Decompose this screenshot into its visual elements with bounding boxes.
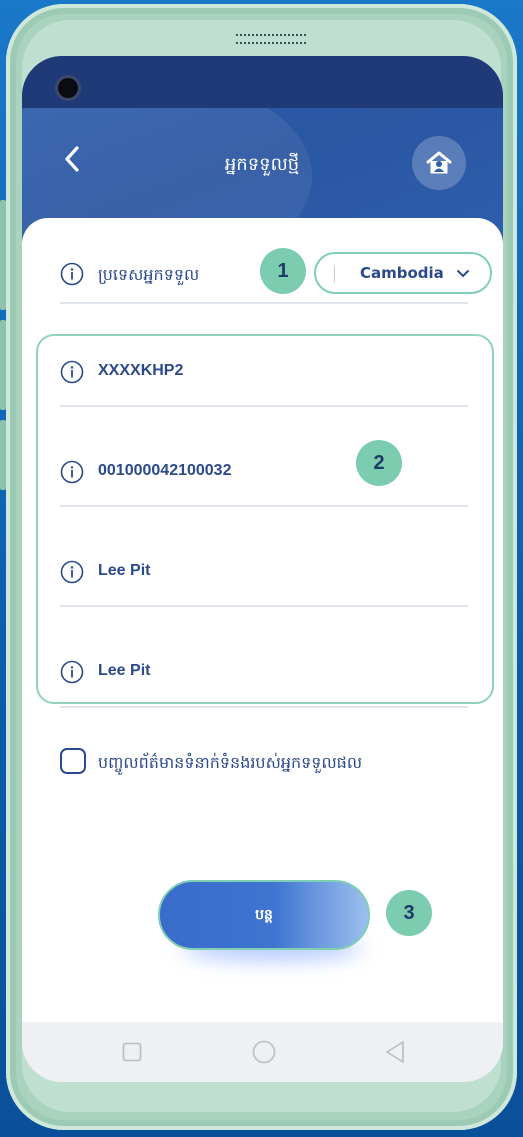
info-icon[interactable]	[60, 560, 84, 584]
side-button	[0, 200, 6, 310]
account-number-field[interactable]: 001000042100032	[98, 462, 231, 480]
step-badge-3: 3	[386, 890, 432, 936]
status-bar	[22, 56, 503, 108]
home-circle-icon[interactable]	[252, 1040, 276, 1064]
info-icon[interactable]	[60, 460, 84, 484]
divider	[60, 405, 468, 407]
chevron-down-icon	[457, 270, 469, 278]
contact-info-checkbox[interactable]	[60, 748, 86, 774]
account-name-field[interactable]: Lee Pit	[98, 662, 150, 680]
camera-icon	[58, 78, 78, 98]
recipient-fields-group	[36, 334, 494, 704]
divider	[60, 605, 468, 607]
country-dropdown[interactable]: Cambodia	[314, 252, 492, 294]
chevron-left-icon	[65, 146, 79, 172]
home-button[interactable]	[412, 136, 466, 190]
back-triangle-icon[interactable]	[384, 1040, 406, 1064]
page-title: អ្នកទទួលថ្មី	[224, 154, 300, 175]
continue-button[interactable]: បន្ត	[158, 880, 370, 950]
step-badge-1: 1	[260, 248, 306, 294]
divider	[60, 706, 468, 708]
info-icon[interactable]	[60, 360, 84, 384]
speaker-grille	[236, 34, 306, 44]
country-value: Cambodia	[360, 264, 444, 282]
home-icon	[426, 151, 452, 174]
divider	[60, 505, 468, 507]
divider	[60, 302, 468, 304]
dropdown-separator	[334, 266, 335, 282]
checkbox-label: បញ្ចូលព័ត៌មានទំនាក់ទំនងរបស់អ្នកទទួលផល	[98, 753, 363, 772]
side-button	[0, 320, 6, 410]
android-nav-bar	[22, 1022, 503, 1082]
country-label: ប្រទេសអ្នកទទួល	[98, 265, 200, 284]
swift-code-field[interactable]: XXXXKHP2	[98, 362, 183, 380]
recipient-name-field[interactable]: Lee Pit	[98, 562, 150, 580]
info-icon[interactable]	[60, 262, 84, 286]
side-button	[0, 420, 6, 490]
step-badge-2: 2	[356, 440, 402, 486]
back-button[interactable]	[58, 144, 88, 174]
phone-screen: អ្នកទទួលថ្មី ប្រទេសអ្នកទទួល Cambodia 1 X…	[22, 56, 503, 1082]
info-icon[interactable]	[60, 660, 84, 684]
recents-icon[interactable]	[122, 1042, 142, 1062]
